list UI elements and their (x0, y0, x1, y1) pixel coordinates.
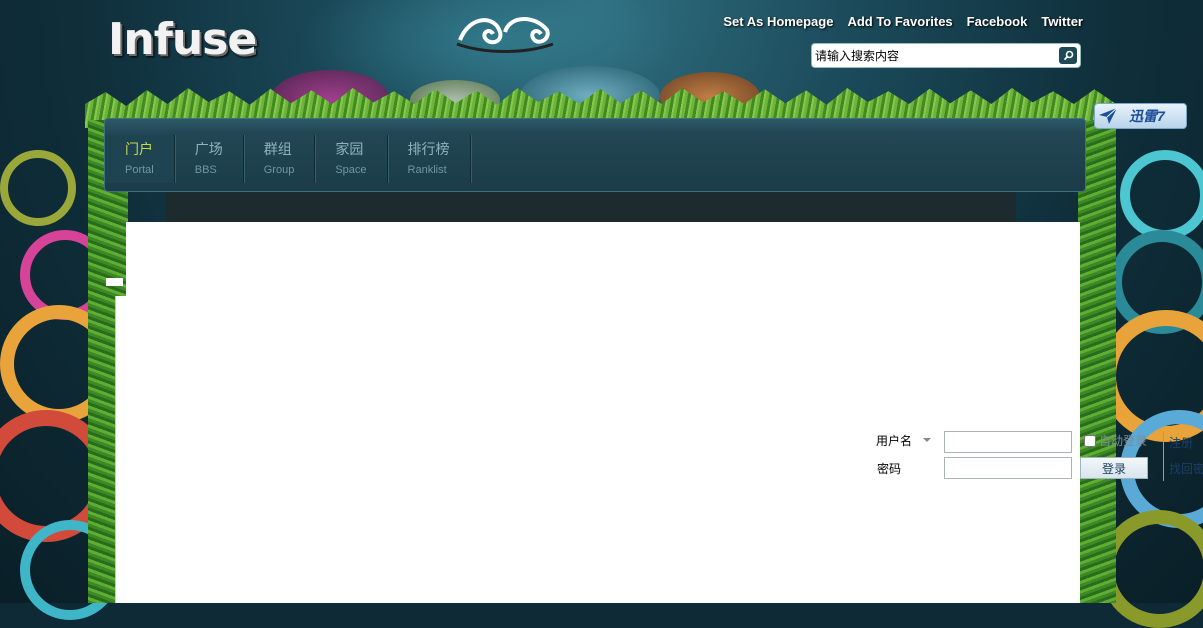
search-input[interactable] (815, 46, 1051, 65)
set-homepage-link[interactable]: Set As Homepage (723, 14, 833, 29)
bird-icon (1099, 107, 1118, 124)
site-logo[interactable]: Infuse (108, 14, 257, 65)
nav-item-label: 群组 (263, 141, 292, 157)
nav-item-bbs[interactable]: 广场 BBS (175, 135, 244, 183)
facebook-link[interactable]: Facebook (967, 14, 1028, 29)
remember-label: 自动登录 (1099, 434, 1148, 448)
decor-swirl-olive (0, 150, 76, 226)
search-icon (1063, 50, 1073, 61)
nav-item-space[interactable]: 家园 Space (315, 135, 388, 183)
nav-item-sublabel: Space (335, 164, 367, 176)
nav-item-ranklist[interactable]: 排行榜 Ranklist (388, 135, 471, 183)
nav-item-label: 门户 (125, 141, 153, 157)
decor-grass-right (1078, 120, 1116, 603)
nav-item-portal[interactable]: 门户 Portal (105, 135, 175, 183)
search-box (811, 43, 1081, 68)
password-label: 密码 (877, 462, 902, 476)
cloud-ornament-icon (456, 17, 554, 53)
side-tab (106, 278, 123, 286)
nav-item-sublabel: Portal (125, 164, 154, 176)
nav-item-label: 家园 (335, 141, 364, 157)
twitter-link[interactable]: Twitter (1041, 14, 1083, 29)
nav-item-label: 广场 (194, 141, 223, 157)
nav-item-group[interactable]: 群组 Group (244, 135, 316, 183)
xunlei-badge[interactable]: 迅雷7 (1094, 103, 1187, 129)
add-favorites-link[interactable]: Add To Favorites (847, 14, 952, 29)
nav-shadow-strip (166, 192, 1016, 223)
username-label: 用户名 (876, 434, 913, 448)
main-nav: 门户 Portal 广场 BBS 群组 Group 家园 Space 排行榜 R… (104, 118, 1086, 192)
chevron-down-icon[interactable] (923, 438, 931, 442)
remember-checkbox[interactable] (1084, 435, 1096, 447)
main-content (126, 222, 1080, 603)
nav-item-sublabel: BBS (194, 164, 217, 176)
nav-item-sublabel: Ranklist (407, 164, 447, 176)
divider (1163, 431, 1164, 481)
password-input[interactable] (944, 457, 1072, 479)
search-button[interactable] (1059, 47, 1077, 64)
nav-item-label: 排行榜 (407, 141, 450, 157)
register-link[interactable]: 注册 (1169, 434, 1193, 451)
nav-item-sublabel: Group (263, 164, 295, 176)
xunlei-label: 迅雷7 (1129, 108, 1165, 124)
decor-swirl-cyan-right (1120, 150, 1203, 240)
login-button[interactable]: 登录 (1080, 457, 1148, 479)
top-links: Set As Homepage Add To Favorites Faceboo… (723, 14, 1083, 29)
forgot-password-link[interactable]: 找回密码 (1169, 460, 1203, 477)
username-input[interactable] (944, 431, 1072, 453)
